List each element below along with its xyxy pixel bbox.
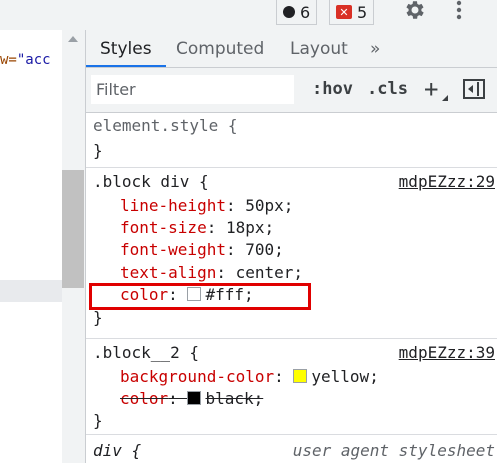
- block-2-rule: .block__2 { mdpEZzz:39 background-color:…: [86, 339, 497, 435]
- attr-value: "acc: [16, 52, 51, 68]
- tab-computed[interactable]: Computed: [162, 30, 278, 67]
- new-rule-menu-icon[interactable]: [442, 95, 448, 101]
- highlight-box: [89, 283, 311, 310]
- tab-more-chevron[interactable]: »: [356, 30, 394, 67]
- element-style-rule: element.style { }: [86, 113, 497, 168]
- declaration[interactable]: background-color: yellow;: [120, 367, 379, 386]
- prop-name: line-height: [120, 196, 226, 215]
- declaration-overridden[interactable]: color: black;: [120, 389, 263, 408]
- prop-value: center;: [235, 263, 304, 282]
- messages-badge[interactable]: 6: [276, 0, 318, 25]
- rule-close-brace: }: [93, 308, 103, 327]
- rule-selector[interactable]: element.style {: [93, 116, 238, 135]
- rule-selector[interactable]: .block__2 {: [93, 343, 199, 362]
- prop-value: 18px;: [225, 218, 275, 237]
- elements-tree-pane: w="acc: [0, 30, 86, 463]
- hov-toggle[interactable]: :hov: [312, 79, 353, 99]
- rule-close-brace: }: [93, 411, 103, 430]
- new-rule-button[interactable]: +: [424, 75, 438, 103]
- info-dot-icon: [283, 6, 295, 18]
- declaration[interactable]: text-align: center;: [120, 263, 303, 282]
- prop-value: 50px;: [245, 196, 294, 215]
- cls-toggle[interactable]: .cls: [367, 79, 408, 99]
- block-div-rule: .block div { mdpEZzz:29 line-height: 50p…: [86, 168, 497, 339]
- attr-name: w=: [0, 52, 17, 68]
- tab-styles[interactable]: Styles: [86, 30, 166, 67]
- prop-value: 700;: [245, 240, 284, 259]
- sidebar-tabs: Styles Computed Layout »: [86, 30, 497, 68]
- color-swatch-icon[interactable]: [187, 391, 202, 405]
- filter-input[interactable]: [91, 75, 294, 104]
- color-swatch-icon[interactable]: [293, 369, 308, 383]
- rule-close-brace: }: [93, 141, 103, 160]
- scroll-up-arrow-icon[interactable]: [68, 36, 78, 42]
- selected-node-row[interactable]: [0, 280, 62, 302]
- messages-count: 6: [300, 2, 311, 22]
- rule-source-link[interactable]: mdpEZzz:29: [399, 172, 495, 191]
- rule-source-link[interactable]: mdpEZzz:39: [399, 343, 495, 362]
- prop-value: yellow;: [311, 367, 379, 386]
- tab-layout[interactable]: Layout: [276, 30, 362, 67]
- styles-pane: element.style { } .block div { mdpEZzz:2…: [86, 113, 497, 463]
- prop-name: background-color: [120, 367, 275, 386]
- kebab-menu-icon[interactable]: [454, 0, 464, 20]
- filter-bar: :hov .cls +: [86, 68, 497, 113]
- dom-code-fragment[interactable]: w="acc: [0, 52, 51, 68]
- errors-badge[interactable]: ✕ 5: [329, 0, 375, 25]
- prop-name: color: [120, 389, 169, 408]
- prop-name: font-weight: [120, 240, 226, 259]
- ua-div-rule: div { user agent stylesheet: [86, 435, 497, 463]
- rule-selector[interactable]: .block div {: [93, 172, 209, 191]
- prop-name: font-size: [120, 218, 207, 237]
- prop-name: text-align: [120, 263, 217, 282]
- declaration[interactable]: font-size: 18px;: [120, 218, 274, 237]
- gear-icon[interactable]: [403, 0, 427, 20]
- prop-value: black;: [205, 389, 264, 408]
- devtools-top-bar: 6 ✕ 5: [0, 0, 497, 31]
- declaration[interactable]: font-weight: 700;: [120, 240, 284, 259]
- declaration[interactable]: line-height: 50px;: [120, 196, 293, 215]
- error-x-icon: ✕: [336, 5, 352, 19]
- errors-count: 5: [357, 2, 368, 22]
- scrollbar-thumb[interactable]: [62, 170, 84, 288]
- toggle-sidebar-icon[interactable]: [463, 79, 485, 99]
- rule-selector[interactable]: div {: [93, 441, 141, 460]
- rule-source-label: user agent stylesheet: [292, 441, 495, 460]
